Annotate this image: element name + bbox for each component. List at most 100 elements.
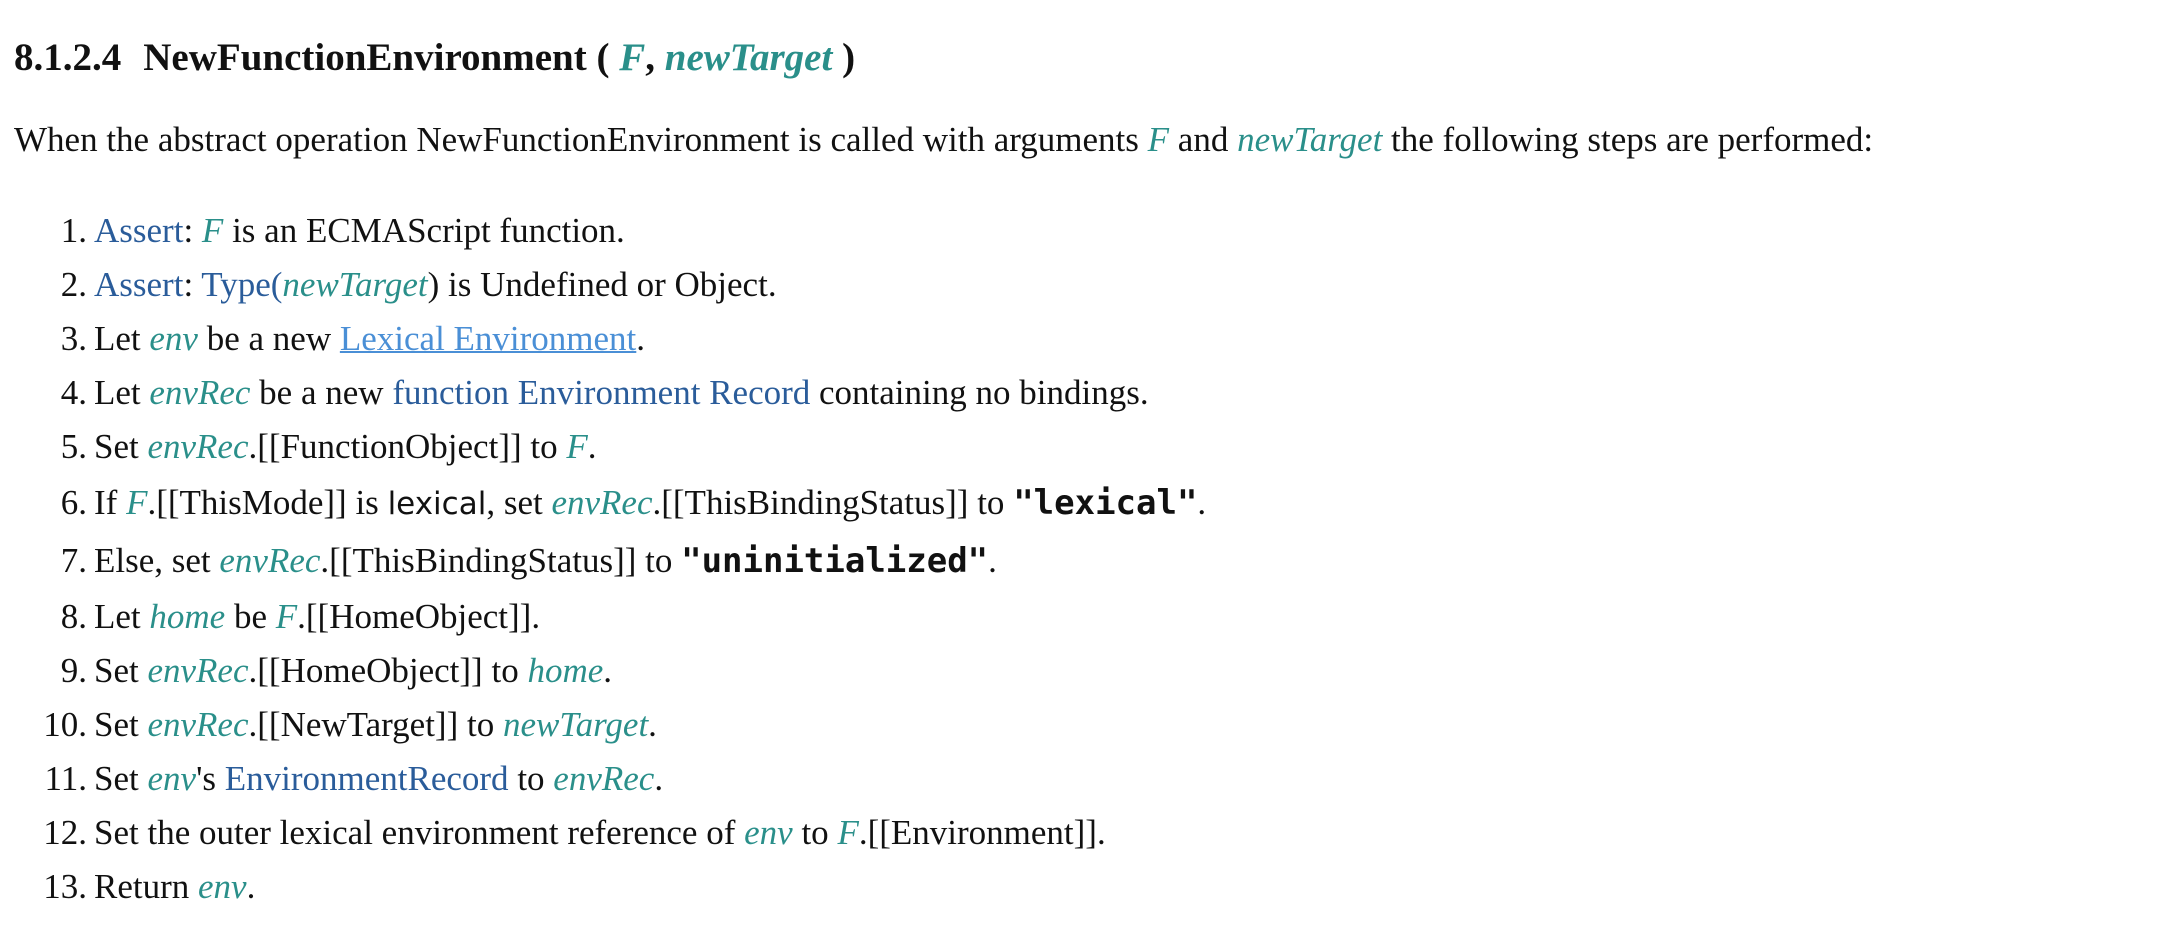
- step-text: Set: [94, 651, 148, 690]
- step-number: 11.: [44, 759, 87, 798]
- step-text: .: [654, 759, 664, 798]
- step-text: be: [225, 597, 276, 636]
- step-number: 5.: [60, 427, 87, 466]
- step-number: 6.: [60, 483, 87, 522]
- var-envrec: envRec: [551, 483, 653, 522]
- step-text: Else, set: [94, 541, 220, 580]
- step-text: .[[NewTarget]] to: [248, 705, 503, 744]
- string-literal-lexical: "lexical": [1013, 483, 1198, 523]
- step-11: 11. Set env's EnvironmentRecord to envRec…: [14, 752, 1206, 806]
- step-text: .: [246, 867, 256, 906]
- step-text: be a new: [197, 319, 340, 358]
- var-env: env: [198, 867, 247, 906]
- step-text: .: [636, 319, 646, 358]
- step-12: 12. Set the outer lexical environment ref…: [14, 806, 1206, 860]
- step-text: Let: [94, 319, 150, 358]
- step-number: 12.: [43, 813, 87, 852]
- var-envrec: envRec: [553, 759, 655, 798]
- step-text: Return: [94, 867, 199, 906]
- step-text: .[[ThisMode]] is: [147, 483, 388, 522]
- heading-open-paren: (: [586, 36, 620, 79]
- step-text: be a new: [250, 373, 393, 412]
- step-text: .: [988, 541, 997, 580]
- intro-text-1: When the abstract operation NewFunctionE…: [14, 120, 1148, 159]
- step-text: is an ECMAScript function.: [223, 211, 625, 250]
- step-10: 10. Set envRec.[[NewTarget]] to newTarget…: [14, 698, 1206, 752]
- step-1: 1. Assert: F is an ECMAScript function.: [14, 204, 1206, 258]
- var-f: F: [566, 427, 588, 466]
- type-link[interactable]: Type: [201, 265, 270, 304]
- step-text: .[[ThisBindingStatus]] to: [652, 483, 1014, 522]
- var-envrec: envRec: [147, 705, 249, 744]
- var-envrec: envRec: [219, 541, 321, 580]
- intro-var-f: F: [1147, 120, 1170, 159]
- step-text: ) is Undefined or Object.: [427, 265, 777, 304]
- var-home: home: [527, 651, 604, 690]
- step-3: 3. Let env be a new Lexical Environment.: [14, 312, 1206, 366]
- lexical-value: lexical: [387, 486, 487, 522]
- spec-page: 8.1.2.4 NewFunctionEnvironment ( F, newTa…: [0, 0, 2168, 930]
- section-number: 8.1.2.4: [14, 36, 122, 79]
- var-home: home: [149, 597, 226, 636]
- heading-close-paren: ): [832, 36, 856, 79]
- operation-name: NewFunctionEnvironment: [143, 36, 587, 79]
- step-4: 4. Let envRec be a new function Environme…: [14, 366, 1206, 420]
- var-envrec: envRec: [147, 427, 249, 466]
- assert-link[interactable]: Assert: [94, 211, 183, 250]
- algorithm-steps: 1. Assert: F is an ECMAScript function. 2…: [14, 204, 1206, 914]
- environment-record-link[interactable]: EnvironmentRecord: [225, 759, 509, 798]
- step-text: :: [183, 211, 202, 250]
- step-text: If: [94, 483, 127, 522]
- intro-var-newtarget: newTarget: [1237, 120, 1383, 159]
- var-f: F: [837, 813, 859, 852]
- step-text: .: [1197, 483, 1207, 522]
- step-text: containing no bindings.: [810, 373, 1149, 412]
- step-number: 7.: [60, 541, 87, 580]
- intro-paragraph: When the abstract operation NewFunctionE…: [14, 112, 1873, 168]
- step-6: 6. If F.[[ThisMode]] is lexical, set envR…: [14, 474, 1206, 532]
- var-env: env: [744, 813, 793, 852]
- step-text: , set: [486, 483, 552, 522]
- step-13: 13. Return env.: [14, 860, 1206, 914]
- step-text: .[[Environment]].: [858, 813, 1106, 852]
- step-number: 13.: [43, 867, 87, 906]
- step-text: (: [270, 265, 283, 304]
- step-text: 's: [196, 759, 225, 798]
- step-9: 9. Set envRec.[[HomeObject]] to home.: [14, 644, 1206, 698]
- intro-text-3: the following steps are performed:: [1382, 120, 1874, 159]
- heading-comma: ,: [645, 36, 665, 79]
- assert-link[interactable]: Assert: [94, 265, 183, 304]
- step-2: 2. Assert: Type(newTarget) is Undefined o…: [14, 258, 1206, 312]
- step-text: .[[HomeObject]].: [297, 597, 541, 636]
- step-7: 7. Else, set envRec.[[ThisBindingStatus]]…: [14, 532, 1206, 590]
- step-text: .: [603, 651, 613, 690]
- var-envrec: envRec: [147, 651, 249, 690]
- heading-param-newtarget: newTarget: [664, 36, 833, 79]
- step-text: .: [587, 427, 597, 466]
- step-text: :: [183, 265, 202, 304]
- step-text: Let: [94, 597, 150, 636]
- step-text: .[[ThisBindingStatus]] to: [320, 541, 682, 580]
- step-text: .[[HomeObject]] to: [248, 651, 528, 690]
- var-f: F: [275, 597, 298, 636]
- lexical-environment-link[interactable]: Lexical Environment: [340, 319, 636, 358]
- section-heading: 8.1.2.4 NewFunctionEnvironment ( F, newTa…: [14, 28, 855, 88]
- step-number: 4.: [60, 373, 87, 412]
- function-environment-record-link[interactable]: function Environment Record: [392, 373, 810, 412]
- heading-param-f: F: [619, 36, 646, 79]
- string-literal-uninitialized: "uninitialized": [681, 541, 989, 581]
- step-number: 10.: [43, 705, 87, 744]
- var-newtarget: newTarget: [502, 705, 649, 744]
- step-number: 2.: [60, 265, 87, 304]
- step-text: .[[FunctionObject]] to: [248, 427, 567, 466]
- var-env: env: [147, 759, 197, 798]
- step-text: Set: [94, 705, 148, 744]
- step-text: to: [508, 759, 554, 798]
- step-text: Set: [94, 427, 148, 466]
- step-text: to: [792, 813, 838, 852]
- var-env: env: [149, 319, 198, 358]
- step-text: Set the outer lexical environment refere…: [94, 813, 745, 852]
- step-number: 1.: [60, 211, 87, 250]
- var-f: F: [126, 483, 148, 522]
- var-f: F: [201, 211, 224, 250]
